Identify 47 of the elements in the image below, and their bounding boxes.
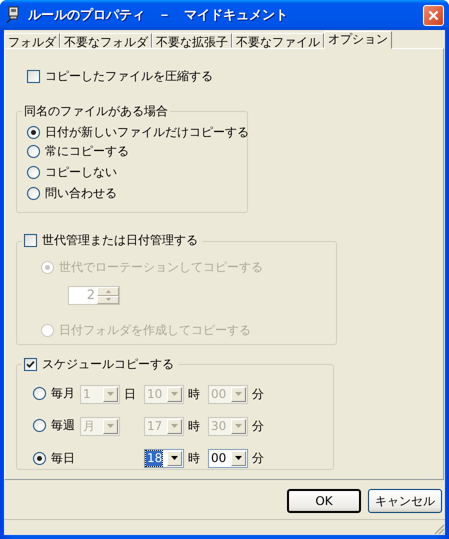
unit-label: 日 bbox=[123, 386, 137, 402]
radio-indicator[interactable] bbox=[27, 145, 40, 158]
tab[interactable]: フォルダ bbox=[4, 33, 60, 48]
dropdown[interactable]: 18 bbox=[144, 448, 184, 468]
radio-button[interactable]: 問い合わせる bbox=[27, 186, 117, 201]
radio-button[interactable]: コピーしない bbox=[27, 165, 117, 180]
unit-label: 分 bbox=[251, 418, 265, 434]
check-icon bbox=[26, 360, 35, 369]
radio-button[interactable]: 毎週 bbox=[33, 418, 75, 432]
tab[interactable]: オプション bbox=[324, 31, 392, 49]
unit-label: 分 bbox=[251, 450, 265, 466]
close-icon bbox=[428, 10, 439, 20]
checkbox[interactable]: 世代管理または日付管理する bbox=[24, 233, 200, 248]
caret-icon bbox=[231, 386, 246, 402]
caret-icon bbox=[231, 418, 246, 434]
radio-button[interactable]: 毎月 bbox=[33, 386, 75, 400]
radio-indicator[interactable] bbox=[27, 126, 40, 138]
radio-indicator[interactable] bbox=[33, 386, 46, 400]
unit-label: 時 bbox=[187, 418, 201, 434]
unit-label: 時 bbox=[187, 450, 201, 466]
caret-icon bbox=[167, 386, 182, 402]
resize-grip-icon bbox=[434, 524, 445, 535]
checkbox[interactable]: スケジュールコピーする bbox=[24, 357, 176, 372]
radio-indicator[interactable] bbox=[27, 187, 40, 200]
radio-button[interactable]: 常にコピーする bbox=[27, 144, 129, 159]
radio-button[interactable]: 毎日 bbox=[33, 451, 75, 466]
caret-icon bbox=[103, 386, 118, 402]
caret-icon bbox=[167, 418, 182, 434]
tab[interactable]: 不要なフォルダ bbox=[60, 33, 152, 48]
tab[interactable]: 不要な拡張子 bbox=[152, 33, 232, 48]
group-title: 同名のファイルがある場合 bbox=[24, 104, 168, 118]
ok-button[interactable]: OK bbox=[287, 489, 361, 513]
tab[interactable]: 不要なファイル bbox=[232, 33, 324, 48]
caret-icon bbox=[103, 418, 118, 434]
unit-label: 時 bbox=[187, 386, 201, 402]
checkbox[interactable]: コピーしたファイルを圧縮する bbox=[27, 69, 215, 84]
radio-indicator[interactable] bbox=[27, 166, 40, 179]
unit-label: 分 bbox=[251, 386, 265, 402]
close-button[interactable] bbox=[423, 4, 444, 26]
window-title: ルールのプロパティ － マイドキュメント bbox=[28, 6, 289, 24]
radio-indicator[interactable] bbox=[33, 452, 46, 465]
cancel-button[interactable]: キャンセル bbox=[368, 489, 442, 513]
radio-button[interactable]: 日付が新しいファイルだけコピーする bbox=[27, 124, 249, 140]
caret-icon bbox=[167, 450, 182, 466]
caret-icon bbox=[231, 450, 246, 466]
dropdown[interactable]: 00 bbox=[208, 448, 248, 468]
radio-indicator[interactable] bbox=[33, 418, 46, 432]
